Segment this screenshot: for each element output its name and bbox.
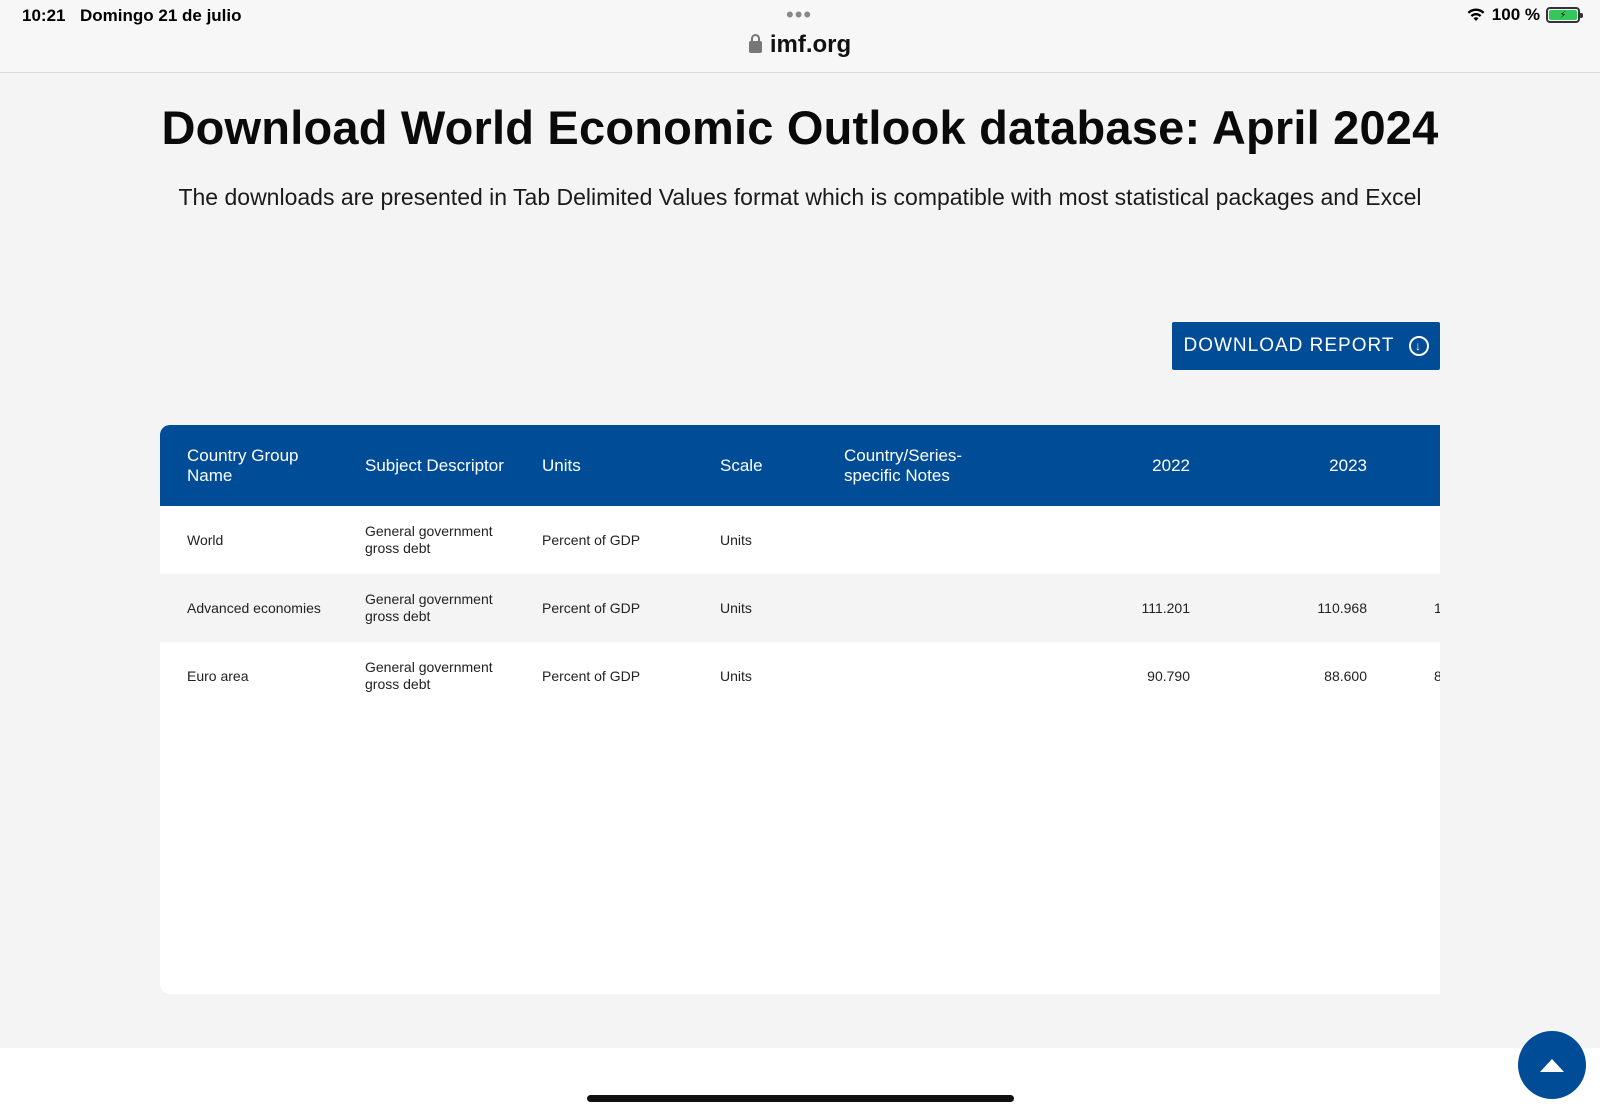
scroll-to-top-button[interactable] bbox=[1518, 1031, 1586, 1099]
table-row: Advanced economies General government gr… bbox=[160, 574, 1440, 642]
cell-scale: Units bbox=[720, 531, 752, 548]
download-circle-icon: ↓ bbox=[1408, 336, 1429, 356]
lock-icon bbox=[748, 34, 762, 53]
download-report-label: DOWNLOAD REPORT bbox=[1183, 335, 1395, 356]
table-row: World General government gross debt Perc… bbox=[160, 506, 1440, 574]
cell-next-year bbox=[1434, 506, 1440, 574]
cell-next-year: 8 bbox=[1434, 667, 1440, 684]
cell-group: World bbox=[187, 531, 224, 548]
cell-units: Percent of GDP bbox=[542, 599, 641, 616]
cell-scale: Units bbox=[720, 667, 752, 684]
cell-2022 bbox=[1110, 506, 1190, 574]
header-country-group-name[interactable]: Country Group Name bbox=[187, 425, 347, 506]
wifi-icon bbox=[1467, 8, 1485, 21]
battery-percent: 100 % bbox=[1491, 5, 1540, 24]
page-title: Download World Economic Outlook database… bbox=[161, 101, 1439, 154]
table-row: Euro area General government gross debt … bbox=[160, 642, 1440, 710]
home-indicator[interactable] bbox=[587, 1095, 1014, 1102]
page-subtitle: The downloads are presented in Tab Delim… bbox=[178, 184, 1422, 210]
cell-next-year: 1 bbox=[1434, 599, 1440, 616]
url-text: imf.org bbox=[769, 31, 852, 58]
battery-icon: ⚡ bbox=[1546, 7, 1583, 23]
arrow-up-icon bbox=[1540, 1058, 1564, 1072]
cell-notes bbox=[844, 506, 994, 574]
header-units[interactable]: Units bbox=[542, 425, 702, 506]
cell-notes bbox=[844, 574, 994, 642]
cell-2022: 90.790 bbox=[1147, 667, 1190, 684]
cell-notes bbox=[844, 642, 994, 710]
status-date: Domingo 21 de julio bbox=[80, 6, 242, 25]
cell-2023: 88.600 bbox=[1324, 667, 1367, 684]
header-2022[interactable]: 2022 bbox=[1110, 425, 1190, 506]
browser-top-bar: 10:21 Domingo 21 de julio ••• 100 % ⚡ im… bbox=[0, 0, 1600, 73]
header-notes[interactable]: Country/Series-specific Notes bbox=[844, 425, 994, 506]
data-table: Country Group Name Subject Descriptor Un… bbox=[160, 425, 1440, 994]
url-bar[interactable]: imf.org bbox=[0, 31, 1600, 59]
cell-group: Euro area bbox=[187, 667, 249, 684]
multitasking-dots-icon[interactable]: ••• bbox=[786, 4, 812, 26]
download-report-button[interactable]: DOWNLOAD REPORT ↓ bbox=[1172, 322, 1440, 370]
cell-2022: 111.201 bbox=[1141, 599, 1190, 616]
header-scale[interactable]: Scale bbox=[720, 425, 820, 506]
header-subject-descriptor[interactable]: Subject Descriptor bbox=[365, 425, 525, 506]
cell-units: Percent of GDP bbox=[542, 667, 641, 684]
header-2023[interactable]: 2023 bbox=[1287, 425, 1367, 506]
cell-scale: Units bbox=[720, 599, 752, 616]
cell-group: Advanced economies bbox=[187, 599, 321, 616]
cell-subject: General government gross debt bbox=[365, 659, 493, 692]
status-time: 10:21 bbox=[22, 6, 66, 25]
cell-subject: General government gross debt bbox=[365, 523, 493, 556]
cell-units: Percent of GDP bbox=[542, 531, 641, 548]
table-header: Country Group Name Subject Descriptor Un… bbox=[160, 425, 1440, 506]
status-right: 100 % ⚡ bbox=[1466, 5, 1583, 25]
cell-2023: 110.968 bbox=[1317, 599, 1367, 616]
cell-2023 bbox=[1287, 506, 1367, 574]
bottom-strip bbox=[0, 1048, 1600, 1112]
cell-subject: General government gross debt bbox=[365, 591, 493, 624]
